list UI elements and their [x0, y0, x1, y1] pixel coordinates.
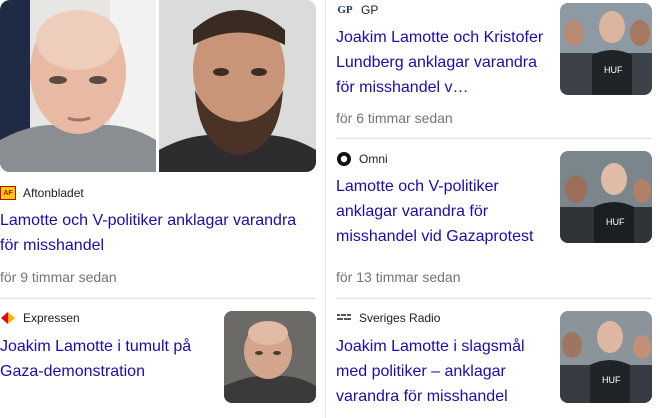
divider-right-1: [336, 138, 652, 139]
column-divider: [325, 0, 326, 418]
article-timestamp: för 9 timmar sedan: [0, 269, 117, 285]
source-row: Omni: [336, 151, 388, 167]
article-headline[interactable]: Joakim Lamotte i tumult på Gaza-demonstr…: [0, 334, 212, 384]
source-row: GP GP: [336, 3, 378, 17]
protest-scene-image: HUF: [560, 151, 652, 243]
article-timestamp: för 6 timmar sedan: [336, 110, 453, 126]
portrait-bearded-man-image: [159, 0, 316, 172]
source-row: Sveriges Radio: [336, 311, 440, 325]
expressen-logo-icon: [0, 311, 16, 325]
article-headline[interactable]: Lamotte och V-politiker anklagar varandr…: [336, 174, 548, 249]
article-thumbnail[interactable]: HUF: [560, 311, 652, 403]
svg-text:HUF: HUF: [602, 375, 621, 385]
svg-text:HUF: HUF: [604, 65, 623, 75]
man-in-crowd-image: HUF: [560, 311, 652, 403]
article-thumbnail-left[interactable]: [0, 0, 156, 172]
article-timestamp: för 13 timmar sedan: [336, 269, 461, 285]
article-thumbnail[interactable]: HUF: [560, 151, 652, 243]
source-row: AF Aftonbladet: [0, 186, 84, 200]
article-thumbnail[interactable]: HUF: [560, 3, 652, 95]
divider-left: [0, 298, 316, 299]
article-headline[interactable]: Joakim Lamotte och Kristofer Lundberg an…: [336, 25, 548, 100]
source-name: Aftonbladet: [23, 186, 84, 200]
gp-logo-icon: GP: [336, 3, 354, 17]
aftonbladet-logo-text: AF: [3, 189, 13, 197]
portrait-bald-man-image: [0, 0, 156, 172]
omni-logo-icon: [336, 151, 352, 167]
aftonbladet-logo-icon: AF: [0, 186, 16, 200]
svg-text:HUF: HUF: [606, 217, 625, 227]
source-name: Sveriges Radio: [359, 311, 441, 325]
source-row: Expressen: [0, 311, 80, 325]
sveriges-radio-logo-icon: [336, 311, 352, 325]
article-thumbnail-right[interactable]: [159, 0, 316, 172]
crowd-protest-image: HUF: [560, 3, 652, 95]
article-headline[interactable]: Joakim Lamotte i slagsmål med politiker …: [336, 334, 548, 409]
divider-right-2: [336, 298, 652, 299]
source-name: GP: [361, 3, 379, 17]
bald-man-closeup-image: [224, 311, 316, 403]
article-headline[interactable]: Lamotte och V-politiker anklagar varandr…: [0, 208, 312, 258]
gp-logo-text: GP: [337, 4, 353, 16]
source-name: Expressen: [23, 311, 80, 325]
source-name: Omni: [359, 152, 388, 166]
article-thumbnail[interactable]: [224, 311, 316, 403]
